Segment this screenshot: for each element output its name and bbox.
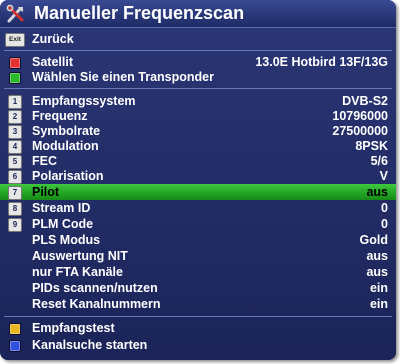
setting-label: PLS Modus [32,233,101,247]
satellite-label: Satellit [32,55,73,69]
setting-row-plm-code[interactable]: 9 PLM Code 0 [0,216,396,232]
setting-label: Empfangssystem [32,94,136,108]
green-key-icon [9,72,21,84]
key-6-icon: 6 [8,170,22,184]
setting-value: DVB-S2 [342,94,388,108]
action-empfangstest[interactable]: Empfangstest [0,320,396,336]
key-4-icon: 4 [8,140,22,154]
setting-row-pls-modus[interactable]: PLS Modus Gold [0,232,396,248]
back-row[interactable]: Exit Zurück [0,31,396,47]
divider [4,316,392,317]
setting-label: FEC [32,154,57,168]
setting-value: Gold [359,233,388,247]
action-kanalsuche-starten[interactable]: Kanalsuche starten [0,337,396,353]
setting-label: PLM Code [32,217,94,231]
transponder-label: Wählen Sie einen Transponder [32,70,214,84]
action-label: Kanalsuche starten [32,338,148,352]
setting-value: 0 [381,201,388,215]
transponder-row[interactable]: Wählen Sie einen Transponder [0,69,396,85]
setting-label: PIDs scannen/nutzen [32,281,158,295]
setting-row-symbolrate[interactable]: 3 Symbolrate 27500000 [0,123,396,139]
title-bar: Manueller Frequenzscan [0,0,396,28]
key-9-icon: 9 [8,218,22,232]
setting-value: 0 [381,217,388,231]
key-3-icon: 3 [8,125,22,139]
setting-value: V [379,169,388,183]
tools-icon [6,4,24,23]
satellite-row[interactable]: Satellit 13.0E Hotbird 13F/13G [0,54,396,70]
setting-row-empfangssystem[interactable]: 1 Empfangssystem DVB-S2 [0,93,396,109]
setting-value: aus [366,185,388,199]
setting-label: Frequenz [32,109,88,123]
setting-label: Reset Kanalnummern [32,297,161,311]
setting-value: 10796000 [332,109,388,123]
setting-row-polarisation[interactable]: 6 Polarisation V [0,168,396,184]
setting-row-stream-id[interactable]: 8 Stream ID 0 [0,200,396,216]
setting-label: Modulation [32,139,99,153]
setting-value: ein [369,297,388,311]
setting-value: ein [369,281,388,295]
blue-key-icon [9,340,21,352]
divider [4,50,392,51]
scan-dialog: Manueller Frequenzscan Exit Zurück Satel… [0,0,396,360]
setting-label: Symbolrate [32,124,101,138]
setting-value: aus [366,265,388,279]
setting-label: Polarisation [32,169,104,183]
setting-row-auswertung-nit[interactable]: Auswertung NIT aus [0,248,396,264]
key-5-icon: 5 [8,155,22,169]
back-label: Zurück [32,32,74,46]
setting-row-pilot[interactable]: 7 Pilot aus [0,184,396,200]
setting-label: Pilot [32,185,60,199]
page-title: Manueller Frequenzscan [34,3,245,23]
setting-row-nur-fta[interactable]: nur FTA Kanäle aus [0,264,396,280]
setting-label: Auswertung NIT [32,249,128,263]
setting-label: nur FTA Kanäle [32,265,123,279]
exit-key-icon: Exit [5,33,25,47]
setting-label: Stream ID [32,201,91,215]
action-label: Empfangstest [32,321,115,335]
key-1-icon: 1 [8,95,22,109]
menu-content: Exit Zurück Satellit 13.0E Hotbird 13F/1… [0,28,396,360]
setting-row-fec[interactable]: 5 FEC 5/6 [0,153,396,169]
satellite-value: 13.0E Hotbird 13F/13G [255,55,388,69]
setting-row-reset-kanalnummern[interactable]: Reset Kanalnummern ein [0,296,396,312]
setting-row-frequenz[interactable]: 2 Frequenz 10796000 [0,108,396,124]
setting-value: 27500000 [332,124,388,138]
setting-value: 8PSK [355,139,388,153]
setting-row-pids[interactable]: PIDs scannen/nutzen ein [0,280,396,296]
setting-value: aus [366,249,388,263]
key-7-icon: 7 [8,186,22,200]
yellow-key-icon [9,323,21,335]
key-2-icon: 2 [8,110,22,124]
key-8-icon: 8 [8,202,22,216]
setting-value: 5/6 [370,154,388,168]
setting-row-modulation[interactable]: 4 Modulation 8PSK [0,138,396,154]
red-key-icon [9,57,21,69]
divider [4,88,392,89]
